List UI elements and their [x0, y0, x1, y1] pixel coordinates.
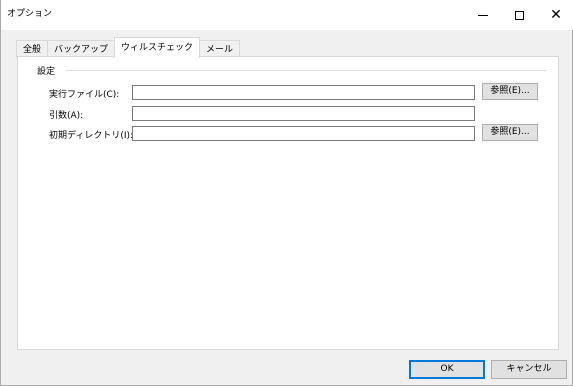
arguments-label: 引数(A):: [49, 111, 84, 121]
settings-group-label: 設定: [37, 64, 60, 77]
executable-browse-button[interactable]: 参照(E)...: [482, 83, 538, 100]
initial-directory-field[interactable]: [132, 126, 475, 141]
close-button[interactable]: ✕: [539, 0, 573, 30]
maximize-icon: [514, 10, 524, 20]
minimize-icon: [478, 14, 488, 16]
executable-field[interactable]: [132, 85, 475, 100]
maximize-button[interactable]: [502, 0, 536, 30]
minimize-button[interactable]: [466, 0, 500, 30]
virus-check-panel: 設定 実行ファイル(C): 参照(E)... 引数(A): 初期ディレクトリ(I…: [17, 56, 559, 350]
cancel-button[interactable]: キャンセル: [491, 360, 567, 379]
executable-label: 実行ファイル(C):: [49, 90, 120, 100]
initial-directory-browse-button[interactable]: 参照(E)...: [482, 124, 538, 141]
window-title: オプション: [7, 9, 53, 19]
initial-directory-label: 初期ディレクトリ(I):: [49, 131, 134, 141]
ok-button[interactable]: OK: [409, 360, 485, 379]
options-dialog: オプション ✕ 全般 バックアップ ウィルスチェック メール 設定 実行ファイル…: [0, 0, 573, 386]
arguments-field[interactable]: [132, 106, 475, 121]
tab-bar: 全般 バックアップ ウィルスチェック メール: [16, 35, 241, 58]
title-bar[interactable]: オプション ✕: [1, 0, 573, 30]
group-divider: [66, 70, 546, 71]
close-icon: ✕: [550, 7, 562, 23]
tab-virus-check[interactable]: ウィルスチェック: [114, 37, 201, 58]
